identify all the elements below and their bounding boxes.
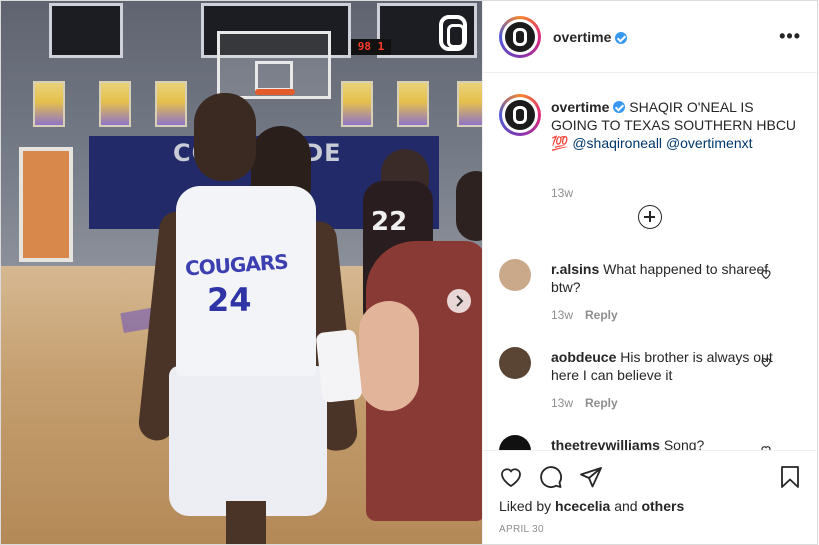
comments-list[interactable]: overtime SHAQIR O'NEAL IS GOING TO TEXAS… [483,74,818,450]
account-username[interactable]: overtime [553,29,611,45]
mention-link[interactable]: @overtimenxt [666,135,753,151]
post-header: overtime ••• [483,1,817,73]
load-more-comments-button[interactable] [638,205,662,229]
chevron-right-icon [456,295,464,307]
liked-by-text: Liked by hcecelia and others [499,498,685,514]
scoreboard: 98 1 [351,39,391,55]
caption-timestamp[interactable]: 13w [551,186,573,200]
commenter-avatar[interactable] [499,347,531,379]
caption-username[interactable]: overtime [551,99,609,115]
liked-by-user-link[interactable]: hcecelia [555,498,610,514]
heart-icon[interactable] [499,465,523,489]
commenter-username[interactable]: aobdeuce [551,349,616,365]
heart-icon[interactable] [760,356,772,368]
comment-icon[interactable] [539,465,563,489]
basketball-rim [255,89,295,95]
verified-badge-icon [613,101,626,113]
bookmark-icon[interactable] [778,465,802,489]
mention-link[interactable]: @shaqironeall [572,135,662,151]
comment-text: Song? [663,437,705,450]
comment-timestamp[interactable]: 13w [551,396,573,410]
opponent-jersey-number: 22 [371,207,408,237]
post-date[interactable]: APRIL 30 [499,524,544,535]
gym-photo: COUGARIDE 98 1 22 COUGARS 24 [1,1,482,544]
overtime-watermark-icon [439,15,467,51]
post-side-panel: overtime ••• overtime SHAQIR O'NEAL IS G… [482,1,818,544]
jersey-number: 24 [207,281,252,319]
instagram-post: COUGARIDE 98 1 22 COUGARS 24 [0,0,818,545]
post-actions: Liked by hcecelia and others APRIL 30 [483,450,818,544]
caption-avatar[interactable] [499,94,541,136]
overtime-logo-icon [513,27,527,46]
gym-door [19,147,73,262]
hundred-emoji: 💯 [551,135,569,151]
share-icon[interactable] [579,465,603,489]
commenter-avatar[interactable] [499,435,531,450]
commenter-username[interactable]: theetrevwilliams [551,437,660,450]
comment-timestamp[interactable]: 13w [551,308,573,322]
heart-icon[interactable] [760,268,772,280]
gym-window [49,3,123,58]
next-slide-button[interactable] [447,289,471,313]
commenter-avatar[interactable] [499,259,531,291]
account-avatar[interactable] [499,15,541,58]
liked-by-others-link[interactable]: others [641,498,684,514]
commenter-username[interactable]: r.alsins [551,261,599,277]
more-options-button[interactable]: ••• [779,26,801,47]
reply-button[interactable]: Reply [585,308,618,322]
reply-button[interactable]: Reply [585,396,618,410]
verified-badge-icon [615,31,628,44]
post-media[interactable]: COUGARIDE 98 1 22 COUGARS 24 [1,1,482,544]
overtime-logo-icon [513,106,527,124]
